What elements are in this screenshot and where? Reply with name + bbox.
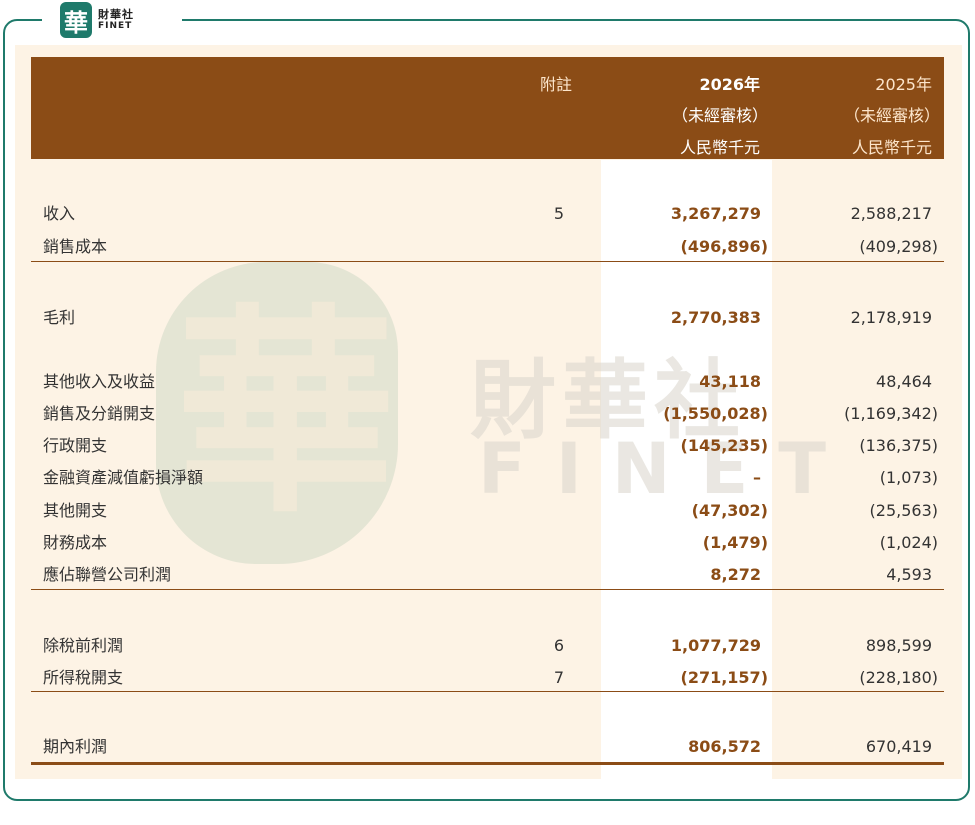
row-current: 8,272	[710, 565, 761, 584]
row-label: 期內利潤	[43, 737, 108, 756]
row-previous: (25,563)	[869, 501, 938, 520]
row-previous: (1,073)	[879, 468, 938, 487]
table-row-total: 期內利潤 806,572 670,419	[31, 733, 944, 761]
brand-name-cn: 財華社	[98, 8, 134, 21]
row-previous: (136,375)	[859, 436, 938, 455]
header-previous-unit: 人民幣千元	[851, 138, 932, 157]
row-label: 銷售成本	[43, 237, 108, 256]
row-label: 金融資產減值虧損淨額	[43, 468, 204, 487]
header-previous-audit: （未經審核）	[843, 106, 940, 125]
row-previous: 4,593	[886, 565, 932, 584]
row-previous: 48,464	[876, 372, 932, 391]
row-label: 其他開支	[43, 501, 108, 520]
row-label: 其他收入及收益	[43, 372, 156, 391]
row-current: (496,896)	[680, 237, 769, 256]
table-row: 金融資產減值虧損淨額 – (1,073)	[31, 464, 944, 492]
row-current: (271,157)	[680, 668, 769, 687]
table-row: 銷售及分銷開支 (1,550,028) (1,169,342)	[31, 400, 944, 428]
row-label: 財務成本	[43, 533, 108, 552]
table-row: 財務成本 (1,479) (1,024)	[31, 529, 944, 557]
table-row: 收入 5 3,267,279 2,588,217	[31, 200, 944, 228]
row-previous: (1,024)	[879, 533, 938, 552]
row-note: 5	[553, 204, 565, 223]
row-previous: (228,180)	[859, 668, 938, 687]
row-current: 43,118	[699, 372, 761, 391]
brand-text: 財華社 FINET	[98, 9, 134, 31]
total-underline	[31, 762, 944, 765]
row-label: 毛利	[43, 308, 76, 327]
row-note: 6	[553, 636, 565, 655]
table-row: 所得稅開支 7 (271,157) (228,180)	[31, 664, 944, 692]
row-label: 應佔聯營公司利潤	[43, 565, 172, 584]
row-label: 所得稅開支	[43, 668, 124, 687]
row-label: 銷售及分銷開支	[43, 404, 156, 423]
row-current: (1,479)	[702, 533, 768, 552]
row-current: (47,302)	[691, 501, 768, 520]
row-current: (145,235)	[680, 436, 769, 455]
header-previous-year: 2025年	[875, 75, 932, 94]
row-label: 行政開支	[43, 436, 108, 455]
header-current-unit: 人民幣千元	[679, 138, 760, 157]
row-previous: 2,178,919	[850, 308, 932, 327]
row-current: 1,077,729	[670, 636, 761, 655]
brand-name-en: FINET	[98, 21, 133, 31]
table-row: 除稅前利潤 6 1,077,729 898,599	[31, 632, 944, 660]
table-row: 銷售成本 (496,896) (409,298)	[31, 233, 944, 261]
header-current-audit: （未經審核）	[671, 106, 768, 125]
row-label: 收入	[43, 204, 76, 223]
row-current: 3,267,279	[670, 204, 761, 223]
row-previous: 2,588,217	[850, 204, 932, 223]
row-note: 7	[553, 668, 565, 687]
header-note: 附註	[540, 75, 573, 94]
divider-line	[31, 691, 944, 692]
brand-logo: 華 財華社 FINET	[42, 0, 182, 40]
table-row: 行政開支 (145,235) (136,375)	[31, 432, 944, 460]
table-row: 應佔聯營公司利潤 8,272 4,593	[31, 561, 944, 589]
row-current: 2,770,383	[670, 308, 761, 327]
row-current: –	[753, 468, 761, 487]
table-header: 附註 2026年 （未經審核） 人民幣千元 2025年 （未經審核） 人民幣千元	[31, 57, 944, 159]
brand-seal: 華	[60, 2, 92, 38]
table-row: 其他收入及收益 43,118 48,464	[31, 368, 944, 396]
row-previous: (409,298)	[859, 237, 938, 256]
header-current-year: 2026年	[699, 75, 760, 94]
divider-line	[31, 589, 944, 590]
row-current: 806,572	[688, 737, 761, 756]
divider-line	[31, 261, 944, 262]
table-row: 其他開支 (47,302) (25,563)	[31, 497, 944, 525]
row-current: (1,550,028)	[663, 404, 768, 423]
row-previous: 898,599	[865, 636, 932, 655]
row-label: 除稅前利潤	[43, 636, 124, 655]
row-previous: (1,169,342)	[844, 404, 938, 423]
table-row: 毛利 2,770,383 2,178,919	[31, 304, 944, 332]
row-previous: 670,419	[865, 737, 932, 756]
